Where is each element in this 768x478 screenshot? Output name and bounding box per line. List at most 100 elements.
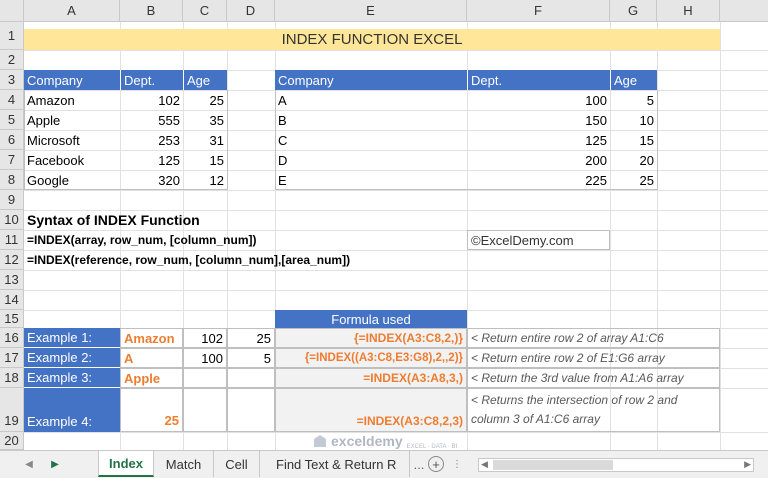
table-cell[interactable]: 125 bbox=[467, 130, 610, 150]
row-header[interactable]: 4 bbox=[0, 90, 24, 110]
select-all-corner[interactable] bbox=[0, 0, 24, 22]
table-cell[interactable]: 100 bbox=[467, 90, 610, 110]
table-cell[interactable]: 102 bbox=[120, 90, 183, 110]
table-cell[interactable]: 10 bbox=[610, 110, 657, 130]
example-label[interactable]: Example 1: bbox=[24, 328, 120, 348]
table-cell[interactable]: 200 bbox=[467, 150, 610, 170]
row-header[interactable]: 3 bbox=[0, 70, 24, 90]
tab-match[interactable]: Match bbox=[154, 451, 214, 477]
example-result[interactable] bbox=[183, 388, 227, 432]
row-header[interactable]: 1 bbox=[0, 22, 24, 50]
example-note[interactable]: < Return entire row 2 of E1:G6 array bbox=[467, 348, 720, 368]
next-sheet-icon[interactable]: ▶ bbox=[48, 457, 62, 471]
scroll-left-icon[interactable]: ◀ bbox=[481, 459, 488, 470]
column-header-c[interactable]: C bbox=[183, 0, 227, 22]
example-result[interactable]: 25 bbox=[120, 388, 183, 432]
table-cell[interactable]: B bbox=[275, 110, 467, 130]
row-header[interactable]: 2 bbox=[0, 50, 24, 70]
syntax-line-1[interactable]: =INDEX(array, row_num, [column_num]) bbox=[24, 230, 344, 250]
column-header-g[interactable]: G bbox=[610, 0, 657, 22]
tab-cell[interactable]: Cell bbox=[214, 451, 260, 477]
example-result[interactable]: Amazon bbox=[120, 328, 183, 348]
scroll-right-icon[interactable]: ▶ bbox=[744, 459, 751, 470]
row-header[interactable]: 8 bbox=[0, 170, 24, 190]
splitter-dots-icon[interactable]: ⋮ bbox=[452, 459, 462, 470]
table2-header-age[interactable]: Age bbox=[610, 70, 657, 90]
example-formula[interactable]: =INDEX(A3:A8,3,) bbox=[275, 368, 467, 388]
table-cell[interactable]: 150 bbox=[467, 110, 610, 130]
sheet-title[interactable]: INDEX FUNCTION EXCEL bbox=[24, 29, 720, 50]
horizontal-scrollbar[interactable]: ◀ ▶ bbox=[478, 458, 754, 472]
table-cell[interactable]: 25 bbox=[183, 90, 227, 110]
row-header[interactable]: 6 bbox=[0, 130, 24, 150]
row-header[interactable]: 5 bbox=[0, 110, 24, 130]
row-header[interactable]: 17 bbox=[0, 348, 24, 368]
example-result[interactable]: 100 bbox=[183, 348, 227, 368]
example-formula[interactable]: {=INDEX((A3:C8,E3:G8),2,,2)} bbox=[275, 348, 467, 368]
table1-header-age[interactable]: Age bbox=[183, 70, 227, 90]
row-header[interactable]: 15 bbox=[0, 310, 24, 328]
more-tabs-button[interactable]: ... bbox=[410, 451, 428, 477]
table-cell[interactable]: D bbox=[275, 150, 467, 170]
brand-cell[interactable]: ©ExcelDemy.com bbox=[467, 230, 610, 250]
table-cell[interactable]: 15 bbox=[610, 130, 657, 150]
example-note[interactable]: < Returns the intersection of row 2 and … bbox=[467, 388, 720, 432]
column-header-h[interactable]: H bbox=[657, 0, 720, 22]
row-header[interactable]: 18 bbox=[0, 368, 24, 388]
example-label[interactable]: Example 4: bbox=[24, 388, 120, 432]
example-note[interactable]: < Return entire row 2 of array A1:C6 bbox=[467, 328, 720, 348]
row-header[interactable]: 19 bbox=[0, 388, 24, 432]
row-header[interactable]: 11 bbox=[0, 230, 24, 250]
table-cell[interactable]: A bbox=[275, 90, 467, 110]
table-cell[interactable]: 225 bbox=[467, 170, 610, 190]
row-header[interactable]: 9 bbox=[0, 190, 24, 210]
syntax-line-2[interactable]: =INDEX(reference, row_num, [column_num],… bbox=[24, 250, 424, 270]
table-cell[interactable]: 253 bbox=[120, 130, 183, 150]
column-header-d[interactable]: D bbox=[227, 0, 275, 22]
example-formula[interactable]: =INDEX(A3:C8,2,3) bbox=[275, 388, 467, 432]
example-result[interactable] bbox=[227, 368, 275, 388]
example-result[interactable] bbox=[183, 368, 227, 388]
example-label[interactable]: Example 2: bbox=[24, 348, 120, 368]
row-header[interactable]: 16 bbox=[0, 328, 24, 348]
row-header[interactable]: 14 bbox=[0, 290, 24, 310]
example-result[interactable]: 25 bbox=[227, 328, 275, 348]
row-header[interactable]: 20 bbox=[0, 432, 24, 450]
syntax-heading[interactable]: Syntax of INDEX Function bbox=[24, 210, 324, 230]
tab-index[interactable]: Index bbox=[98, 451, 154, 477]
table-cell[interactable]: 12 bbox=[183, 170, 227, 190]
add-sheet-button[interactable]: + bbox=[428, 456, 444, 472]
table-cell[interactable]: Microsoft bbox=[24, 130, 120, 150]
row-header[interactable]: 13 bbox=[0, 270, 24, 290]
table-cell[interactable]: Apple bbox=[24, 110, 120, 130]
table-cell[interactable]: 555 bbox=[120, 110, 183, 130]
table-cell[interactable]: Google bbox=[24, 170, 120, 190]
row-header[interactable]: 10 bbox=[0, 210, 24, 230]
column-header-a[interactable]: A bbox=[24, 0, 120, 22]
table-cell[interactable]: 20 bbox=[610, 150, 657, 170]
example-note[interactable]: < Return the 3rd value from A1:A6 array bbox=[467, 368, 720, 388]
row-header[interactable]: 7 bbox=[0, 150, 24, 170]
column-header-b[interactable]: B bbox=[120, 0, 183, 22]
table-cell[interactable]: 31 bbox=[183, 130, 227, 150]
example-formula[interactable]: {=INDEX(A3:C8,2,)} bbox=[275, 328, 467, 348]
example-result[interactable] bbox=[227, 388, 275, 432]
table-cell[interactable]: 35 bbox=[183, 110, 227, 130]
table2-header-dept[interactable]: Dept. bbox=[467, 70, 610, 90]
table-cell[interactable]: C bbox=[275, 130, 467, 150]
table-cell[interactable]: Amazon bbox=[24, 90, 120, 110]
table-cell[interactable]: E bbox=[275, 170, 467, 190]
table-cell[interactable]: 5 bbox=[610, 90, 657, 110]
table-cell[interactable]: 25 bbox=[610, 170, 657, 190]
column-header-f[interactable]: F bbox=[467, 0, 610, 22]
scrollbar-thumb[interactable] bbox=[493, 460, 613, 470]
table2-header-company[interactable]: Company bbox=[275, 70, 467, 90]
table-cell[interactable]: Facebook bbox=[24, 150, 120, 170]
example-result[interactable]: 5 bbox=[227, 348, 275, 368]
formula-used-header[interactable]: Formula used bbox=[275, 310, 467, 328]
table-cell[interactable]: 320 bbox=[120, 170, 183, 190]
example-result[interactable]: Apple bbox=[120, 368, 183, 388]
example-result[interactable]: A bbox=[120, 348, 183, 368]
example-label[interactable]: Example 3: bbox=[24, 368, 120, 388]
row-header[interactable]: 12 bbox=[0, 250, 24, 270]
